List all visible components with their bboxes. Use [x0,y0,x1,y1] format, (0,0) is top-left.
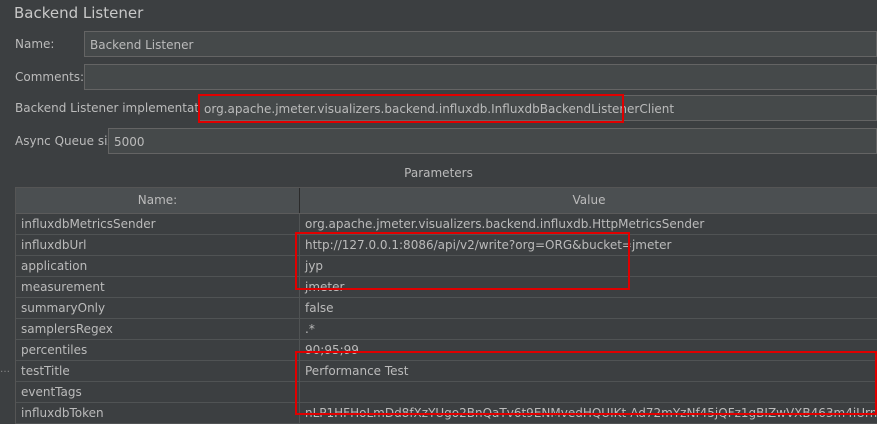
param-value[interactable]: http://127.0.0.1:8086/api/v2/write?org=O… [300,235,877,255]
param-value[interactable]: nLP1HFHoLmDd8fXzYUgo2BnQaTv6t9ENMvedHQUI… [300,403,877,423]
column-header-name[interactable]: Name: [16,188,300,213]
table-row[interactable]: application jyp [16,256,877,277]
param-value[interactable]: org.apache.jmeter.visualizers.backend.in… [300,214,877,234]
name-field[interactable]: Backend Listener [84,31,877,57]
impl-label: Backend Listener implementation [15,101,218,115]
table-row[interactable]: influxdbUrl http://127.0.0.1:8086/api/v2/… [16,235,877,256]
table-row[interactable]: eventTags [16,382,877,403]
table-row[interactable]: summaryOnly false [16,298,877,319]
side-marker: … [0,364,10,375]
param-value[interactable]: jyp [300,256,877,276]
impl-combobox[interactable]: org.apache.jmeter.visualizers.backend.in… [198,95,877,121]
param-name[interactable]: influxdbMetricsSender [16,214,300,234]
table-header: Name: Value [16,188,877,214]
panel-title: Backend Listener [14,4,144,22]
param-value[interactable] [300,382,877,402]
param-name[interactable]: eventTags [16,382,300,402]
param-value[interactable]: Performance Test [300,361,877,381]
param-value[interactable]: jmeter [300,277,877,297]
table-row[interactable]: samplersRegex .* [16,319,877,340]
table-row[interactable]: influxdbToken nLP1HFHoLmDd8fXzYUgo2BnQaTv… [16,403,877,424]
param-name[interactable]: application [16,256,300,276]
param-value[interactable]: false [300,298,877,318]
parameters-title: Parameters [404,166,473,180]
param-name[interactable]: samplersRegex [16,319,300,339]
table-row[interactable]: testTitle Performance Test [16,361,877,382]
queue-size-field[interactable]: 5000 [108,128,877,154]
queue-label: Async Queue size [15,134,122,148]
param-value[interactable]: .* [300,319,877,339]
param-name[interactable]: percentiles [16,340,300,360]
param-name[interactable]: summaryOnly [16,298,300,318]
table-row[interactable]: measurement jmeter [16,277,877,298]
column-header-value[interactable]: Value [300,188,877,213]
param-name[interactable]: influxdbUrl [16,235,300,255]
parameters-table: Name: Value influxdbMetricsSender org.apa… [15,187,877,424]
param-name[interactable]: measurement [16,277,300,297]
name-label: Name: [15,37,55,51]
table-row[interactable]: percentiles 90;95;99 [16,340,877,361]
comments-label: Comments: [15,70,85,84]
comments-field[interactable] [84,64,877,90]
param-name[interactable]: influxdbToken [16,403,300,423]
table-row[interactable]: influxdbMetricsSender org.apache.jmeter.v… [16,214,877,235]
param-name[interactable]: testTitle [16,361,300,381]
param-value[interactable]: 90;95;99 [300,340,877,360]
